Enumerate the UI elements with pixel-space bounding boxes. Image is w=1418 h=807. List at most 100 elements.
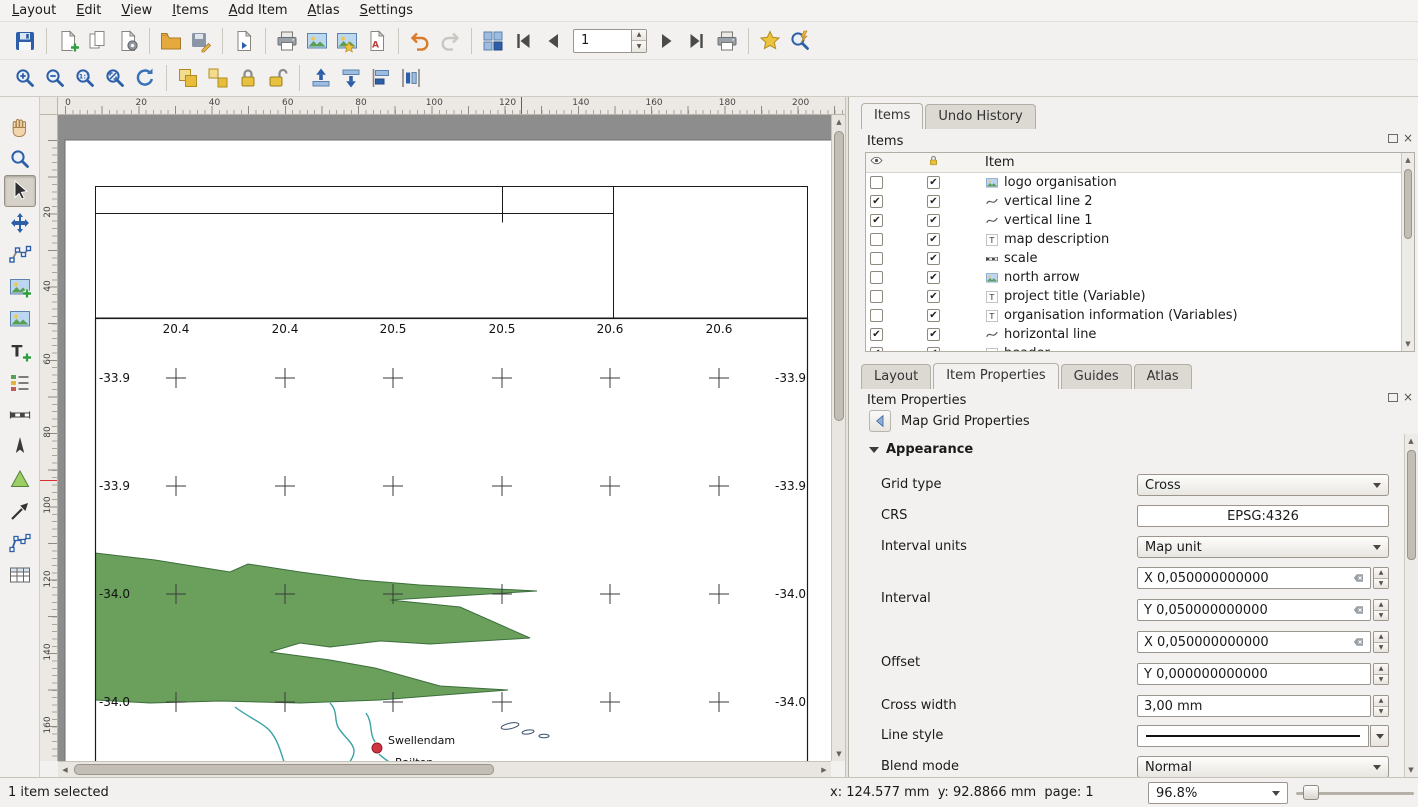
lock-checkbox[interactable]: ✔ [927,214,940,227]
items-scrollbar[interactable]: ▲ ▼ [1401,153,1414,351]
visibility-checkbox[interactable] [870,176,883,189]
add-shape-button[interactable] [4,463,36,495]
atlas-previous-feature-button[interactable] [538,26,568,56]
items-row[interactable]: ✔Tproject title (Variable) [866,287,1414,306]
close-dock-icon[interactable]: × [1403,392,1413,402]
visibility-checkbox[interactable]: ✔ [870,347,883,352]
grid-type-select[interactable]: Cross [1137,474,1389,496]
menu-edit[interactable]: Edit [66,1,111,20]
tab-guides[interactable]: Guides [1061,364,1132,389]
atlas-first-feature-button[interactable] [508,26,538,56]
horizontal-scroll-thumb[interactable] [74,764,494,775]
print-atlas-button[interactable] [712,26,742,56]
items-row[interactable]: ✔Torganisation information (Variables) [866,306,1414,325]
scroll-up-icon[interactable]: ▲ [1401,153,1415,167]
lock-checkbox[interactable]: ✔ [927,195,940,208]
unlock-items-button[interactable] [263,63,293,93]
visibility-checkbox[interactable]: ✔ [870,195,883,208]
add-map-button[interactable] [4,271,36,303]
spinbox-stepper[interactable]: ▲▼ [631,29,647,53]
offset-x-stepper[interactable]: ▲▼ [1373,631,1389,653]
scroll-down-icon[interactable]: ▼ [832,747,846,761]
canvas-horizontal-scrollbar[interactable]: ◀ ▶ [58,761,831,777]
zoom-full-button[interactable] [100,63,130,93]
align-items-button[interactable] [366,63,396,93]
lock-checkbox[interactable]: ✔ [927,347,940,352]
scroll-down-icon[interactable]: ▼ [1401,337,1415,351]
visibility-checkbox[interactable] [870,252,883,265]
crs-field[interactable]: EPSG:4326 [1137,505,1389,527]
zoom-out-button[interactable] [40,63,70,93]
items-row[interactable]: ✔✔vertical line 2 [866,192,1414,211]
tab-layout[interactable]: Layout [861,364,931,389]
menu-add-item[interactable]: Add Item [219,1,298,20]
export-svg-button[interactable] [332,26,362,56]
menu-view[interactable]: View [111,1,162,20]
visibility-checkbox[interactable] [870,290,883,303]
tab-undo-history[interactable]: Undo History [925,104,1035,129]
layout-canvas[interactable]: Swellendam Railton 20.420.420.520.520.62… [58,115,831,761]
layout-manager-button[interactable] [113,26,143,56]
zoom-tool[interactable] [4,143,36,175]
float-dock-icon[interactable] [1388,393,1398,402]
add-picture-button[interactable] [4,303,36,335]
interval-x-spinbox[interactable]: X 0,050000000000 [1137,567,1371,589]
scroll-up-icon[interactable]: ▲ [832,115,846,129]
items-row[interactable]: ✔Tmap description [866,230,1414,249]
back-button[interactable] [869,410,891,432]
add-legend-button[interactable] [4,367,36,399]
zoom-in-button[interactable] [10,63,40,93]
lock-checkbox[interactable]: ✔ [927,176,940,189]
properties-scroll-thumb[interactable] [1407,450,1416,560]
items-row[interactable]: ✔✔horizontal line [866,325,1414,344]
scroll-up-icon[interactable]: ▲ [1404,434,1418,448]
cross-width-stepper[interactable]: ▲▼ [1373,695,1389,717]
add-north-arrow-button[interactable] [4,431,36,463]
vertical-scroll-thumb[interactable] [834,131,844,421]
items-row[interactable]: ✔✔Theader [866,344,1414,352]
add-table-button[interactable] [4,559,36,591]
zoom-slider-handle[interactable] [1303,785,1319,800]
redo-button[interactable] [435,26,465,56]
cross-width-spinbox[interactable]: 3,00 mm [1137,695,1371,717]
atlas-next-feature-button[interactable] [652,26,682,56]
lock-items-button[interactable] [233,63,263,93]
interval-x-stepper[interactable]: ▲▼ [1373,567,1389,589]
collapse-arrow-icon[interactable] [869,447,879,453]
undo-button[interactable] [405,26,435,56]
select-move-item-tool[interactable] [4,175,36,207]
interval-y-spinbox[interactable]: Y 0,050000000000 [1137,599,1371,621]
preview-atlas-button[interactable] [478,26,508,56]
new-from-template-button[interactable] [229,26,259,56]
appearance-section-header[interactable]: Appearance [886,442,973,457]
lock-checkbox[interactable]: ✔ [927,309,940,322]
interval-units-select[interactable]: Map unit [1137,536,1389,558]
lock-checkbox[interactable]: ✔ [927,252,940,265]
clear-value-icon[interactable] [1351,572,1366,584]
add-arrow-button[interactable] [4,495,36,527]
atlas-settings-button[interactable] [755,26,785,56]
save-template-button[interactable] [186,26,216,56]
refresh-view-button[interactable] [130,63,160,93]
offset-y-spinbox[interactable]: Y 0,000000000000 [1137,663,1371,685]
distribute-items-button[interactable] [396,63,426,93]
export-pdf-button[interactable]: A [362,26,392,56]
visibility-checkbox[interactable] [870,309,883,322]
lock-checkbox[interactable]: ✔ [927,271,940,284]
clear-value-icon[interactable] [1351,604,1366,616]
export-image-button[interactable] [302,26,332,56]
add-label-button[interactable]: T [4,335,36,367]
visibility-checkbox[interactable] [870,271,883,284]
items-row[interactable]: ✔✔vertical line 1 [866,211,1414,230]
items-row[interactable]: ✔logo organisation [866,173,1414,192]
close-dock-icon[interactable]: × [1403,133,1413,143]
lock-checkbox[interactable]: ✔ [927,328,940,341]
scroll-right-icon[interactable]: ▶ [817,763,831,777]
move-item-content-tool[interactable] [4,207,36,239]
items-row[interactable]: ✔north arrow [866,268,1414,287]
save-project-button[interactable] [10,26,40,56]
group-items-button[interactable] [173,63,203,93]
offset-y-stepper[interactable]: ▲▼ [1373,663,1389,685]
visibility-checkbox[interactable] [870,233,883,246]
tab-items[interactable]: Items [861,103,923,129]
